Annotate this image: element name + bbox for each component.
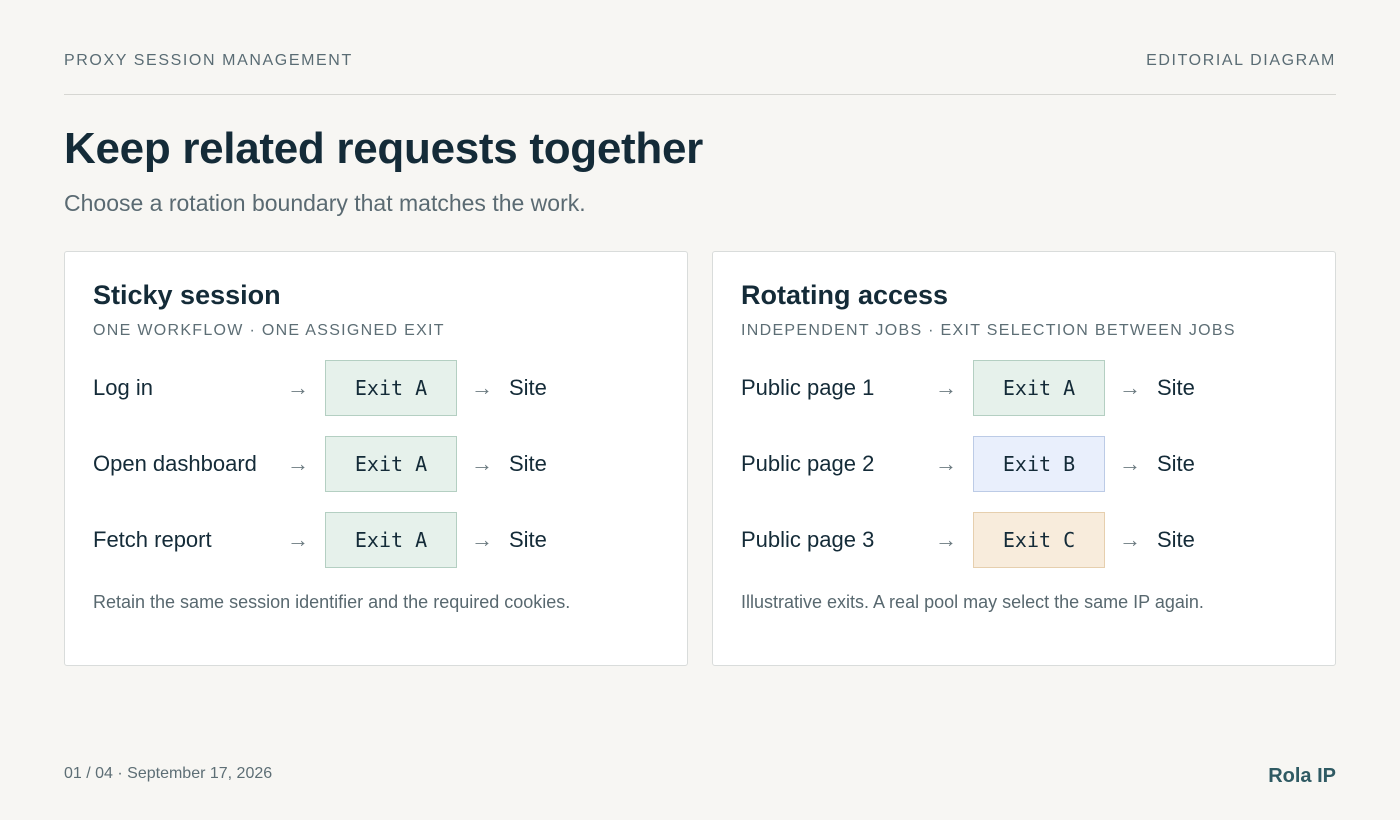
arrow-right-icon: → [287,375,309,400]
card-title: Rotating access [741,280,949,310]
page-title: Keep related requests together [64,124,703,173]
sticky-session-card: Sticky session ONE WORKFLOW · ONE ASSIGN… [64,251,688,666]
flow-row: Public page 3 → Exit C → Site [741,512,1301,568]
card-note: Retain the same session identifier and t… [93,592,571,612]
exit-node: Exit A [973,360,1105,416]
exit-node: Exit B [973,436,1105,492]
request-step: Log in [93,375,153,400]
header-divider [64,94,1336,95]
site-target: Site [1157,527,1195,552]
rotating-access-card: Rotating access INDEPENDENT JOBS · EXIT … [712,251,1336,666]
eyebrow-label: PROXY SESSION MANAGEMENT [64,52,353,69]
card-note: Illustrative exits. A real pool may sele… [741,592,1204,612]
exit-node: Exit A [325,360,457,416]
arrow-right-icon: → [935,451,957,476]
card-subtitle: INDEPENDENT JOBS · EXIT SELECTION BETWEE… [741,322,1236,339]
request-step: Open dashboard [93,451,257,476]
request-step: Public page 2 [741,451,875,476]
request-step: Fetch report [93,527,212,552]
arrow-right-icon: → [471,451,493,476]
site-target: Site [509,375,547,400]
card-subtitle: ONE WORKFLOW · ONE ASSIGNED EXIT [93,322,445,339]
exit-node: Exit A [325,512,457,568]
arrow-right-icon: → [1119,527,1141,552]
site-target: Site [509,527,547,552]
brand-logo: Rola IP [1268,765,1336,787]
arrow-right-icon: → [935,375,957,400]
diagram-tag: EDITORIAL DIAGRAM [1146,52,1336,69]
flow-row: Public page 1 → Exit A → Site [741,360,1301,416]
request-step: Public page 1 [741,375,875,400]
arrow-right-icon: → [287,451,309,476]
site-target: Site [1157,451,1195,476]
request-step: Public page 3 [741,527,875,552]
card-title: Sticky session [93,280,281,310]
flow-row: Fetch report → Exit A → Site [93,512,653,568]
arrow-right-icon: → [471,527,493,552]
arrow-right-icon: → [287,527,309,552]
flow-row: Log in → Exit A → Site [93,360,653,416]
arrow-right-icon: → [935,527,957,552]
site-target: Site [1157,375,1195,400]
site-target: Site [509,451,547,476]
page-indicator: 01 / 04 · September 17, 2026 [64,765,273,782]
flow-row: Public page 2 → Exit B → Site [741,436,1301,492]
exit-node: Exit C [973,512,1105,568]
arrow-right-icon: → [1119,451,1141,476]
arrow-right-icon: → [471,375,493,400]
flow-row: Open dashboard → Exit A → Site [93,436,653,492]
header: PROXY SESSION MANAGEMENT EDITORIAL DIAGR… [64,52,1336,70]
arrow-right-icon: → [1119,375,1141,400]
exit-node: Exit A [325,436,457,492]
page-subtitle: Choose a rotation boundary that matches … [64,190,586,216]
